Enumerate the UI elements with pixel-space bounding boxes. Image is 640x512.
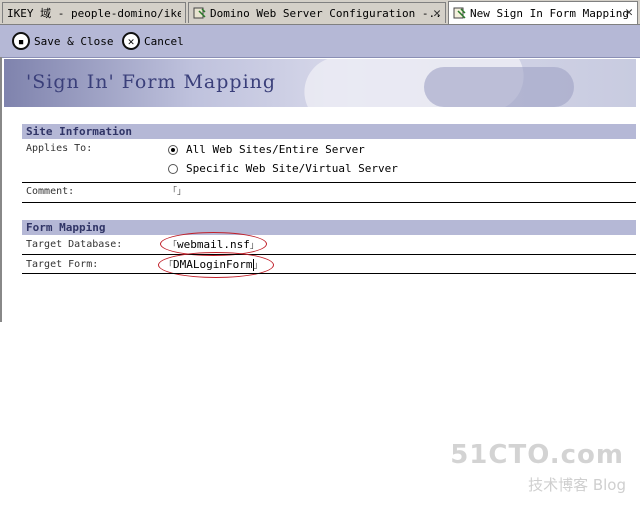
database-icon (193, 7, 206, 19)
save-close-label: Save & Close (34, 34, 114, 48)
field-bracket-close: 」 (177, 187, 187, 197)
applies-to-label: Applies To: (26, 143, 93, 154)
comment-field[interactable]: 「」 (168, 184, 186, 197)
tab-label: IKEY 域 - people-domino/ikey (7, 7, 181, 20)
comment-label: Comment: (26, 186, 75, 197)
radio-button[interactable] (168, 144, 178, 155)
target-database-label: Target Database: (26, 239, 123, 250)
tab-label: New Sign In Form Mapping (470, 6, 629, 20)
target-form-label: Target Form: (26, 259, 99, 270)
tab-ikey-domain[interactable]: IKEY 域 - people-domino/ikey (2, 2, 186, 23)
cancel-icon: ✕ (122, 32, 140, 50)
watermark-subtitle: 技术博客 Blog (528, 476, 626, 494)
document-icon (453, 7, 466, 19)
close-icon[interactable]: ✕ (433, 6, 441, 21)
tab-label: Domino Web Server Configuration -... (210, 6, 441, 20)
radio-all-web-sites[interactable]: All Web Sites/Entire Server (168, 143, 365, 156)
field-bracket-open: 「 (168, 187, 178, 197)
annotation-ellipse (158, 252, 274, 278)
close-icon[interactable]: ✕ (625, 5, 633, 20)
form-banner: 'Sign In' Form Mapping (4, 59, 636, 107)
tab-sign-in-form-mapping[interactable]: New Sign In Form Mapping ✕ (448, 1, 638, 24)
divider (22, 254, 636, 255)
divider (22, 202, 636, 203)
section-form-mapping: Form Mapping (22, 220, 636, 235)
radio-button[interactable] (168, 163, 178, 174)
divider (22, 273, 636, 274)
radio-specific-web-site[interactable]: Specific Web Site/Virtual Server (168, 162, 398, 175)
radio-label: All Web Sites/Entire Server (186, 143, 365, 156)
left-border (0, 57, 2, 322)
radio-label: Specific Web Site/Virtual Server (186, 162, 398, 175)
watermark-logo: 51CTO.com (450, 440, 624, 470)
divider (22, 182, 636, 183)
page-title: 'Sign In' Form Mapping (26, 71, 277, 93)
banner-decoration (424, 67, 574, 107)
section-site-information: Site Information (22, 124, 636, 139)
cancel-label: Cancel (144, 34, 184, 48)
tab-strip: IKEY 域 - people-domino/ikey Domino Web S… (0, 0, 640, 25)
save-close-button[interactable]: ▪ Save & Close (12, 31, 113, 51)
tab-web-server-config[interactable]: Domino Web Server Configuration -... ✕ (188, 2, 446, 23)
save-icon: ▪ (12, 32, 30, 50)
cancel-button[interactable]: ✕ Cancel (122, 31, 184, 51)
action-bar: ▪ Save & Close ✕ Cancel (0, 25, 640, 58)
